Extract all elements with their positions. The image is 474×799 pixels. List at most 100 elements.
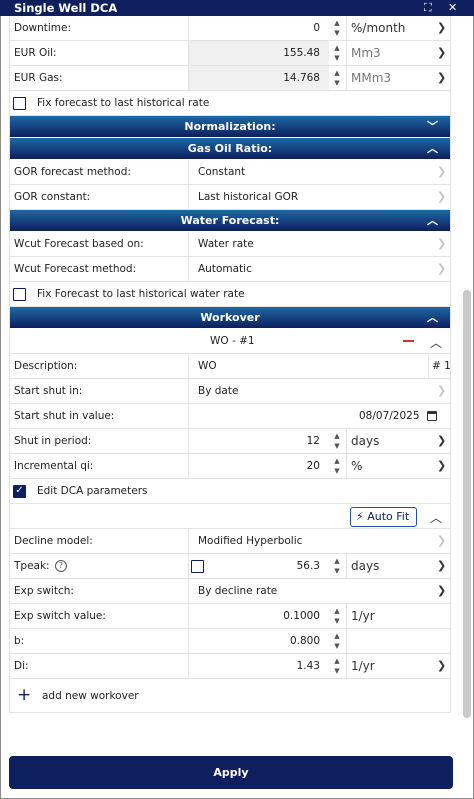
chevron-up-icon: ︿	[427, 214, 438, 227]
chevron-up-icon: ︿	[427, 142, 438, 155]
incremental-qi-label: Incremental qi:	[14, 460, 94, 472]
wcut-based-row: Wcut Forecast based on: Water rate ❯	[10, 232, 450, 257]
gor-method-select[interactable]: Constant	[198, 166, 245, 178]
remove-workover-icon[interactable]	[403, 340, 414, 342]
gas-oil-ratio-header[interactable]: Gas Oil Ratio: ︿	[10, 138, 450, 160]
water-forecast-title: Water Forecast:	[180, 214, 280, 227]
downtime-row: Downtime: 0 ▲ ▼ %/month ❯	[10, 16, 450, 41]
eur-gas-unit-select[interactable]: MMm3	[351, 71, 391, 85]
chevron-down-icon: ❯	[437, 46, 447, 59]
di-input[interactable]: 1.43	[297, 660, 320, 672]
tpeak-label: Tpeak:	[14, 560, 50, 572]
downtime-label: Downtime:	[14, 22, 72, 34]
eur-oil-input[interactable]: 155.48	[283, 47, 320, 59]
window-title: Single Well DCA	[14, 1, 118, 15]
fix-water-checkbox[interactable]	[13, 288, 26, 301]
incremental-qi-spinner[interactable]: ▲ ▼	[332, 456, 342, 477]
exp-switch-select[interactable]: By decline rate	[198, 585, 277, 597]
start-shut-in-date-input[interactable]: 08/07/2025	[359, 410, 420, 422]
tpeak-checkbox[interactable]	[191, 560, 204, 573]
tpeak-unit-select[interactable]: days	[351, 559, 379, 573]
edit-dca-checkbox[interactable]: ✓	[13, 485, 26, 498]
description-input[interactable]: WO	[198, 360, 217, 372]
downtime-input[interactable]: 0	[313, 22, 320, 34]
exp-switch-value-label: Exp switch value:	[14, 610, 106, 622]
add-workover-label[interactable]: add new workover	[42, 690, 139, 702]
workover-item-header: WO - #1 ︿	[10, 329, 450, 354]
chevron-up-icon[interactable]: ︿	[430, 509, 442, 526]
chevron-down-icon: ❯	[437, 165, 447, 178]
chevron-down-icon: ❯	[437, 71, 447, 84]
gas-oil-ratio-title: Gas Oil Ratio:	[187, 142, 273, 155]
gor-constant-row: GOR constant: Last historical GOR ❯	[10, 185, 450, 210]
wcut-based-select[interactable]: Water rate	[198, 238, 254, 250]
tpeak-input[interactable]: 56.3	[297, 560, 320, 572]
scroll-area: Downtime: 0 ▲ ▼ %/month ❯ EUR Oil: 155.48…	[0, 16, 474, 720]
chevron-up-icon[interactable]: ︿	[430, 334, 442, 351]
water-forecast-header[interactable]: Water Forecast: ︿	[10, 210, 450, 232]
b-label: b:	[14, 635, 25, 647]
plus-icon: +	[17, 685, 32, 705]
auto-fit-button[interactable]: ⚡ Auto Fit	[350, 507, 417, 527]
gor-method-row: GOR forecast method: Constant ❯	[10, 160, 450, 185]
fix-water-label: Fix Forecast to last historical water ra…	[37, 288, 245, 300]
help-icon[interactable]: ?	[55, 560, 67, 572]
scrollbar[interactable]	[462, 16, 472, 720]
start-shut-in-row: Start shut in: By date ❯	[10, 379, 450, 404]
eur-oil-row: EUR Oil: 155.48 ▲ ▼ Mm3 ❯	[10, 41, 450, 66]
title-bar: Single Well DCA ⛶ ✕	[0, 0, 474, 16]
b-spinner[interactable]: ▲ ▼	[332, 631, 342, 652]
exp-switch-value-spinner[interactable]: ▲ ▼	[332, 606, 342, 627]
eur-oil-unit-select[interactable]: Mm3	[351, 46, 381, 60]
workover-header[interactable]: Workover ︿	[10, 307, 450, 329]
scrollbar-thumb[interactable]	[463, 290, 471, 718]
edit-dca-label: Edit DCA parameters	[37, 485, 148, 497]
shut-in-period-unit-select[interactable]: days	[351, 434, 379, 448]
eur-oil-spinner[interactable]: ▲ ▼	[332, 43, 342, 64]
wcut-method-select[interactable]: Automatic	[198, 263, 252, 275]
close-icon[interactable]: ✕	[448, 1, 457, 14]
di-row: Di: 1.43 ▲ ▼ 1/yr ❯	[10, 654, 450, 679]
incremental-qi-unit-select[interactable]: %	[351, 459, 362, 473]
downtime-spinner[interactable]: ▲ ▼	[332, 18, 342, 39]
add-workover-row[interactable]: + add new workover	[10, 679, 450, 713]
di-unit-select[interactable]: 1/yr	[351, 659, 375, 673]
b-input[interactable]: 0.800	[290, 635, 320, 647]
chevron-down-icon: ❯	[437, 21, 447, 34]
eur-gas-spinner[interactable]: ▲ ▼	[332, 68, 342, 89]
workover-item-title: WO - #1	[210, 335, 255, 347]
exp-switch-value-input[interactable]: 0.1000	[283, 610, 320, 622]
start-shut-in-select[interactable]: By date	[198, 385, 238, 397]
calendar-icon[interactable]	[427, 411, 437, 421]
shut-in-period-spinner[interactable]: ▲ ▼	[332, 431, 342, 452]
workover-title: Workover	[200, 311, 260, 324]
chevron-down-icon: ❯	[437, 659, 447, 672]
eur-gas-input[interactable]: 14.768	[283, 72, 320, 84]
downtime-unit-select[interactable]: %/month	[351, 21, 405, 35]
incremental-qi-row: Incremental qi: 20 ▲ ▼ % ❯	[10, 454, 450, 479]
gor-constant-select[interactable]: Last historical GOR	[198, 191, 298, 203]
expand-icon[interactable]: ⛶	[424, 1, 432, 15]
fix-forecast-checkbox[interactable]	[13, 97, 26, 110]
decline-model-select[interactable]: Modified Hyperbolic	[198, 535, 302, 547]
chevron-down-icon: ❯	[437, 262, 447, 275]
apply-button[interactable]: Apply	[9, 756, 453, 789]
chevron-down-icon: ﹀	[427, 120, 438, 133]
di-spinner[interactable]: ▲ ▼	[332, 656, 342, 677]
wcut-method-label: Wcut Forecast method:	[14, 263, 137, 275]
wcut-based-label: Wcut Forecast based on:	[14, 238, 144, 250]
b-row: b: 0.800 ▲ ▼	[10, 629, 450, 654]
chevron-down-icon: ❯	[437, 584, 447, 597]
auto-fit-row: ⚡ Auto Fit ︿	[10, 504, 450, 529]
start-shut-in-value-row: Start shut in value: 08/07/2025	[10, 404, 450, 429]
exp-switch-value-row: Exp switch value: 0.1000 ▲ ▼ 1/yr	[10, 604, 450, 629]
chevron-down-icon: ❯	[437, 384, 447, 397]
shut-in-period-input[interactable]: 12	[307, 435, 320, 447]
incremental-qi-input[interactable]: 20	[307, 460, 320, 472]
shut-in-period-row: Shut in period: 12 ▲ ▼ days ❯	[10, 429, 450, 454]
exp-switch-label: Exp switch:	[14, 585, 74, 597]
tpeak-spinner[interactable]: ▲ ▼	[332, 556, 342, 577]
decline-model-label: Decline model:	[14, 535, 93, 547]
normalization-title: Normalization:	[184, 120, 276, 133]
normalization-header[interactable]: Normalization: ﹀	[10, 116, 450, 138]
